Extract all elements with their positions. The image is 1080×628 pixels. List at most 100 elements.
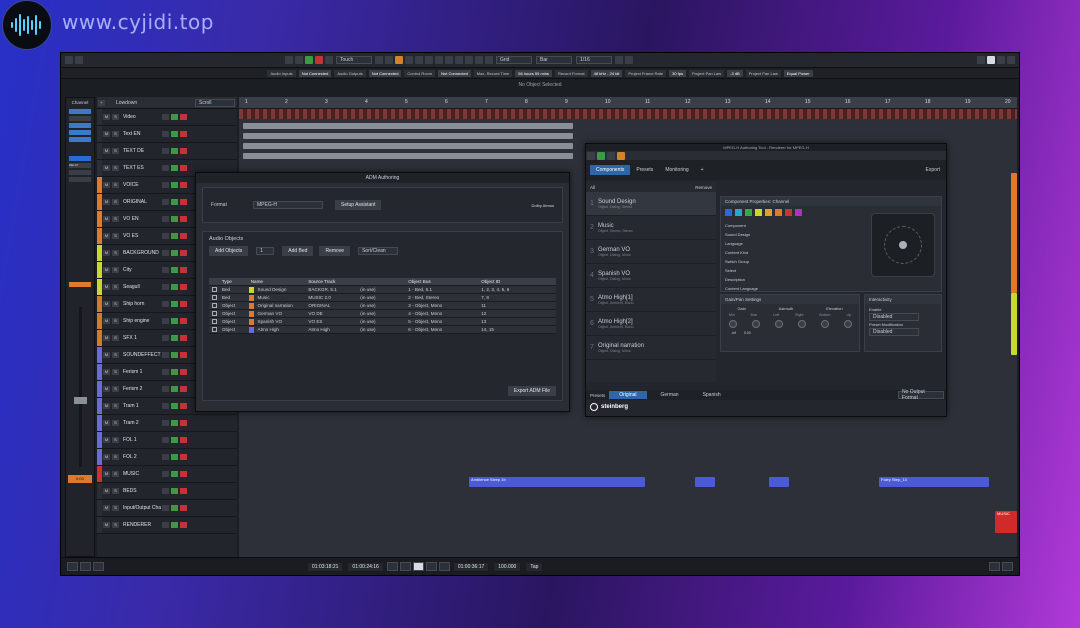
inspector-delay-chip[interactable]: DELAY xyxy=(69,163,91,168)
monitor-button[interactable] xyxy=(171,488,178,494)
solo-button[interactable]: S xyxy=(112,522,119,528)
preset-german[interactable]: German xyxy=(651,391,689,399)
output-format-select[interactable]: No Output Format xyxy=(898,389,944,401)
object-bus[interactable]: 3 - Object, Mono xyxy=(406,303,479,308)
preset-original[interactable]: Original xyxy=(609,391,647,399)
tool-button[interactable] xyxy=(465,56,473,64)
solo-button[interactable]: S xyxy=(112,437,119,443)
read-button[interactable] xyxy=(162,301,169,307)
row-checkbox[interactable] xyxy=(212,303,217,308)
mute-button[interactable]: M xyxy=(103,420,110,426)
panner-handle[interactable] xyxy=(899,241,907,249)
transport-button[interactable] xyxy=(80,562,91,571)
row-checkbox[interactable] xyxy=(212,319,217,324)
back-icon[interactable] xyxy=(65,56,73,64)
record-button[interactable] xyxy=(438,562,450,571)
mute-button[interactable]: M xyxy=(103,437,110,443)
record-enable-button[interactable] xyxy=(180,488,187,494)
solo-button[interactable]: S xyxy=(112,301,119,307)
tool-button[interactable] xyxy=(615,56,623,64)
monitor-button[interactable] xyxy=(171,233,178,239)
component-item[interactable]: 2 Music Object, Stereo, Stereo xyxy=(586,216,716,240)
inspector-button[interactable] xyxy=(69,177,91,182)
read-button[interactable] xyxy=(162,352,169,358)
mute-button[interactable]: M xyxy=(103,148,110,154)
record-enable-button[interactable] xyxy=(180,386,187,392)
mute-button[interactable]: M xyxy=(103,301,110,307)
component-item[interactable]: 5 Atmo High[1] Object, Ambient, Mono xyxy=(586,288,716,312)
foley-event[interactable]: Ambience Sleep 1b xyxy=(469,477,645,487)
monitor-button[interactable] xyxy=(171,454,178,460)
mute-button[interactable]: M xyxy=(103,471,110,477)
source-track[interactable]: VO ES xyxy=(306,319,358,324)
read-button[interactable] xyxy=(162,250,169,256)
component-item[interactable]: 3 German VO Object, Dialog, Mono xyxy=(586,240,716,264)
inspector-button[interactable] xyxy=(69,109,91,114)
monitor-button[interactable] xyxy=(171,318,178,324)
color-swatch[interactable] xyxy=(755,209,762,216)
tool-button[interactable] xyxy=(395,56,403,64)
tempo-display[interactable]: 100.000 xyxy=(494,562,521,571)
color-swatch[interactable] xyxy=(725,209,732,216)
transport-button[interactable] xyxy=(93,562,104,571)
enable-select[interactable]: Disabled xyxy=(869,313,919,321)
source-mode[interactable]: (in use) xyxy=(358,319,406,324)
mute-button[interactable]: M xyxy=(103,114,110,120)
foley-event[interactable]: Foley Step_13 xyxy=(879,477,989,487)
text-event[interactable] xyxy=(243,143,573,149)
monitor-button[interactable] xyxy=(171,216,178,222)
record-enable-button[interactable] xyxy=(180,216,187,222)
object-bus[interactable]: 2 - Bed, Stereo xyxy=(406,295,479,300)
track-row[interactable]: M S RENDERER xyxy=(97,517,237,534)
plugin-button[interactable] xyxy=(617,151,625,160)
tool-button[interactable] xyxy=(405,56,413,64)
azimuth-right-knob[interactable] xyxy=(797,320,806,328)
foley-event[interactable] xyxy=(769,477,789,487)
monitor-button[interactable] xyxy=(171,522,178,528)
monitor-button[interactable] xyxy=(171,131,178,137)
monitor-button[interactable] xyxy=(171,148,178,154)
table-row[interactable]: Object German VO VO DE (in use) 4 - Object, … xyxy=(209,310,556,318)
inspector-button[interactable] xyxy=(69,130,91,135)
left-locator[interactable]: 01:03:18:21 xyxy=(308,562,343,571)
mute-button[interactable]: M xyxy=(103,199,110,205)
select-all-checkbox[interactable] xyxy=(212,279,217,284)
solo-button[interactable]: S xyxy=(112,233,119,239)
row-checkbox[interactable] xyxy=(212,295,217,300)
read-button[interactable] xyxy=(162,182,169,188)
tool-button[interactable] xyxy=(485,56,493,64)
mute-button[interactable]: M xyxy=(103,131,110,137)
forward-icon[interactable] xyxy=(75,56,83,64)
plugin-button[interactable] xyxy=(607,151,615,160)
read-button[interactable] xyxy=(162,454,169,460)
export-button[interactable]: Export xyxy=(920,165,946,175)
record-enable-button[interactable] xyxy=(180,471,187,477)
mute-button[interactable]: M xyxy=(103,488,110,494)
track-row[interactable]: M S Video xyxy=(97,109,237,126)
source-mode[interactable]: (in use) xyxy=(358,287,406,292)
mute-button[interactable]: M xyxy=(103,386,110,392)
gain-max-knob[interactable] xyxy=(751,320,760,328)
source-track[interactable]: VO DE xyxy=(306,311,358,316)
stop-button[interactable] xyxy=(412,562,424,571)
record-enable-button[interactable] xyxy=(180,505,187,511)
source-track[interactable]: BACKGR. 5.1 xyxy=(306,287,358,292)
tool-button[interactable] xyxy=(385,56,393,64)
track-row[interactable]: M S MUSIC xyxy=(97,466,237,483)
read-button[interactable] xyxy=(162,488,169,494)
tool-button[interactable] xyxy=(475,56,483,64)
color-swatch[interactable] xyxy=(775,209,782,216)
solo-button[interactable]: S xyxy=(112,369,119,375)
tool-button[interactable] xyxy=(415,56,423,64)
track-row[interactable]: M S Tram 2 xyxy=(97,415,237,432)
record-enable-button[interactable] xyxy=(180,148,187,154)
tool-button[interactable] xyxy=(435,56,443,64)
solo-button[interactable]: S xyxy=(112,318,119,324)
monitor-button[interactable] xyxy=(171,437,178,443)
source-mode[interactable]: (in use) xyxy=(358,295,406,300)
record-enable-button[interactable] xyxy=(180,352,187,358)
solo-button[interactable]: S xyxy=(112,471,119,477)
object-bus[interactable]: 6 - Object, Mono xyxy=(406,327,479,332)
plugin-button[interactable] xyxy=(597,151,605,160)
gain-min-knob[interactable] xyxy=(728,320,737,328)
